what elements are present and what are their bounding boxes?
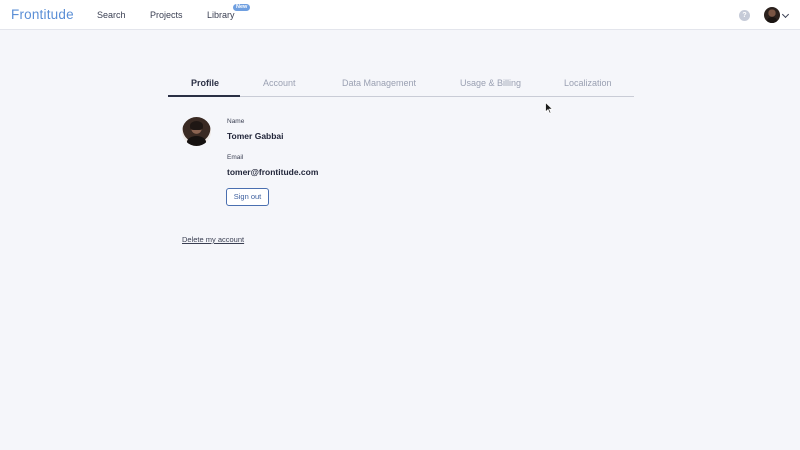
active-tab-indicator xyxy=(168,95,240,97)
nav-search[interactable]: Search xyxy=(97,10,126,20)
email-label: Email xyxy=(227,154,244,161)
settings-tabs: Profile Account Data Management Usage & … xyxy=(168,71,634,97)
tab-usage-billing[interactable]: Usage & Billing xyxy=(460,78,521,88)
profile-avatar xyxy=(182,117,211,146)
name-label: Name xyxy=(227,118,245,125)
help-icon[interactable]: ? xyxy=(739,10,750,21)
new-badge: New xyxy=(233,4,251,11)
tab-profile[interactable]: Profile xyxy=(191,78,219,88)
tab-account[interactable]: Account xyxy=(263,78,296,88)
name-value: Tomer Gabbai xyxy=(227,131,284,141)
sign-out-button[interactable]: Sign out xyxy=(226,188,269,206)
user-avatar[interactable] xyxy=(764,7,780,23)
tab-localization[interactable]: Localization xyxy=(564,78,612,88)
delete-account-link[interactable]: Delete my account xyxy=(182,235,244,244)
chevron-down-icon[interactable] xyxy=(781,10,790,19)
email-value: tomer@frontitude.com xyxy=(227,167,319,177)
nav-projects[interactable]: Projects xyxy=(150,10,183,20)
cursor-icon xyxy=(545,102,553,114)
nav-library[interactable]: Library xyxy=(207,10,235,20)
app-logo[interactable]: Frontitude xyxy=(11,7,74,22)
top-nav-bar: Frontitude Search Projects Library New ? xyxy=(0,0,800,30)
tab-data-management[interactable]: Data Management xyxy=(342,78,416,88)
